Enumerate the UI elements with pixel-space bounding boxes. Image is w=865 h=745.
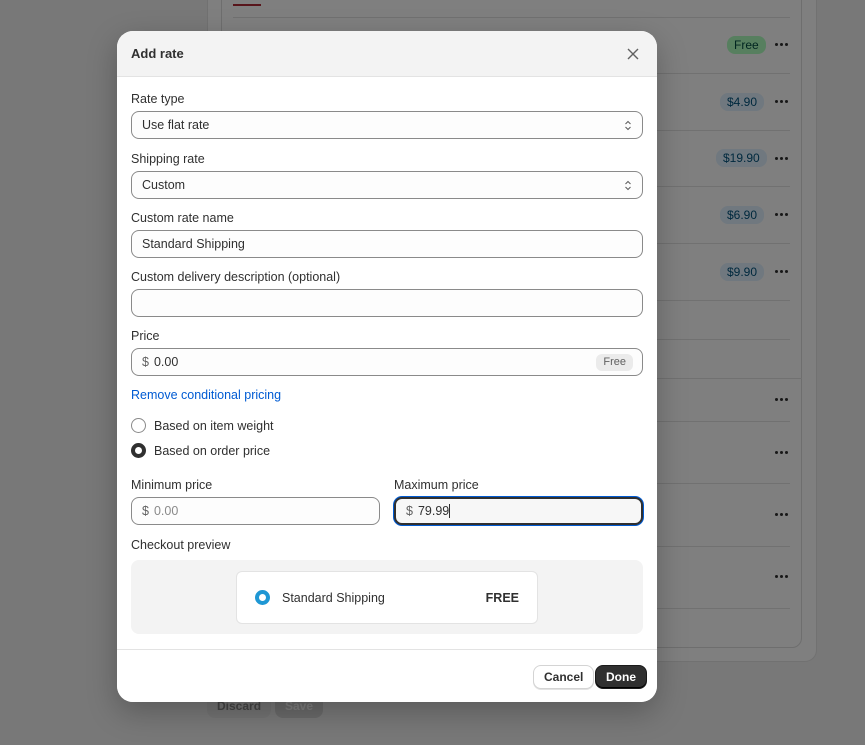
checkout-preview: Standard Shipping FREE (131, 560, 643, 634)
close-icon (627, 48, 639, 59)
preview-rate-name: Standard Shipping (282, 590, 385, 605)
maximum-price-input[interactable]: $ 79.99 (394, 497, 643, 525)
radio-label: Based on order price (154, 443, 271, 458)
radio-item-weight[interactable]: Based on item weight (131, 418, 274, 433)
minimum-price-label: Minimum price (131, 478, 213, 492)
rate-type-label: Rate type (131, 92, 185, 106)
shipping-rate-value: Custom (142, 178, 186, 192)
close-button[interactable] (623, 44, 643, 64)
delivery-description-input[interactable] (131, 289, 643, 317)
preview-radio-icon (255, 590, 270, 605)
modal-header: Add rate (117, 31, 657, 77)
price-input[interactable]: $ 0.00 Free (131, 348, 643, 376)
price-label: Price (131, 329, 160, 343)
free-tag: Free (596, 354, 633, 371)
preview-rate-price: FREE (485, 590, 519, 605)
rate-type-value: Use flat rate (142, 118, 210, 132)
add-rate-modal: Add rate Rate type Use flat rate Shippin… (117, 31, 657, 702)
modal-title: Add rate (131, 46, 184, 61)
radio-label: Based on item weight (154, 418, 274, 433)
currency-prefix: $ (406, 504, 413, 518)
done-button[interactable]: Done (595, 665, 647, 689)
minimum-price-placeholder: 0.00 (153, 504, 179, 518)
rate-type-select[interactable]: Use flat rate (131, 111, 643, 139)
custom-rate-name-value: Standard Shipping (142, 237, 245, 251)
cancel-button[interactable]: Cancel (533, 665, 595, 689)
custom-rate-name-input[interactable]: Standard Shipping (131, 230, 643, 258)
maximum-price-label: Maximum price (394, 478, 479, 492)
currency-prefix: $ (142, 504, 149, 518)
shipping-rate-select[interactable]: Custom (131, 171, 643, 199)
radio-button[interactable] (131, 418, 146, 433)
minimum-price-input[interactable]: $ 0.00 (131, 497, 380, 525)
preview-shipping-option: Standard Shipping FREE (236, 571, 538, 624)
maximum-price-value: 79.99 (417, 504, 450, 518)
delivery-description-label: Custom delivery description (optional) (131, 270, 341, 284)
remove-conditional-pricing-link[interactable]: Remove conditional pricing (131, 388, 281, 402)
modal-footer: Cancel Done (117, 649, 657, 702)
price-value: 0.00 (153, 355, 179, 369)
select-chevron-icon (625, 180, 631, 191)
text-caret (449, 504, 451, 518)
shipping-rate-label: Shipping rate (131, 152, 205, 166)
custom-rate-name-label: Custom rate name (131, 211, 234, 225)
select-chevron-icon (625, 120, 631, 131)
checkout-preview-label: Checkout preview (131, 538, 231, 552)
currency-prefix: $ (142, 355, 149, 369)
radio-order-price[interactable]: Based on order price (131, 443, 270, 458)
radio-button-selected[interactable] (131, 443, 146, 458)
